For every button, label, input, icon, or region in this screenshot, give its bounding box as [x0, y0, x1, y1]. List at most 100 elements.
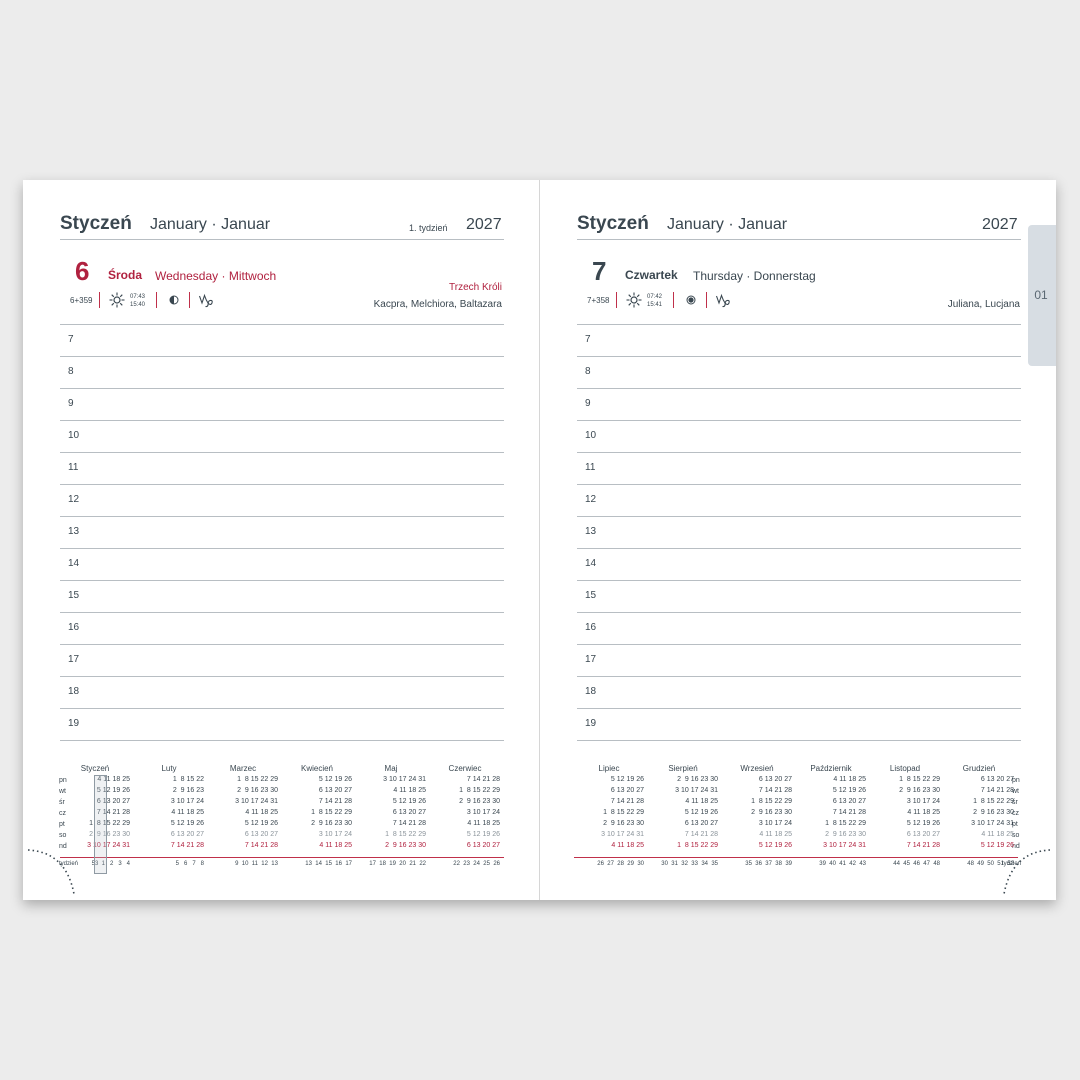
left-mini-week-row: 4 11 18 25: [319, 842, 352, 849]
left-hour-slot[interactable]: [90, 421, 504, 451]
right-mini-month-title: Listopad: [889, 764, 921, 773]
right-mini-week-row: 5 12 19 26: [825, 787, 866, 794]
left-hour-label: 15: [68, 590, 80, 601]
right-mini-week-row: 3 10 17 24 31: [971, 820, 1014, 827]
left-mini-week-row: 7 14 21 28: [392, 820, 426, 827]
left-mini-week-row: 3 10 17 24: [170, 798, 204, 805]
right-mini-week-numbers: 30 31 32 33 34 35: [661, 861, 718, 867]
right-mini-week-row: 1 8 15 22 29: [751, 798, 792, 805]
left-hour-label: 17: [68, 654, 80, 665]
right-mini-week-row: 4 11 18 25: [759, 831, 792, 838]
left-hour-slot[interactable]: [90, 613, 504, 643]
right-year: 2027: [982, 216, 1018, 233]
right-separator-3: [706, 292, 707, 308]
left-hour-slot[interactable]: [90, 709, 504, 739]
right-mini-week-row: 3 10 17 24 31: [601, 831, 644, 838]
right-mini-week-row: 7 14 21 28: [825, 809, 866, 816]
left-mini-week-row: 3 10 17 24 31: [235, 798, 278, 805]
left-hour-label: 16: [68, 622, 80, 633]
right-hour-slot[interactable]: [607, 453, 1021, 483]
right-mini-week-row: 7 14 21 28: [684, 831, 718, 838]
right-hour-slot[interactable]: [607, 581, 1021, 611]
right-mini-week-row: 6 13 20 27: [603, 787, 644, 794]
left-hour-slot[interactable]: [90, 357, 504, 387]
left-day-name: Środa: [108, 268, 143, 282]
right-mini-week-row: 4 11 18 25: [907, 809, 940, 816]
right-hour-slot[interactable]: [607, 645, 1021, 675]
right-hour-slot[interactable]: [607, 517, 1021, 547]
left-hour-slot[interactable]: [90, 581, 504, 611]
right-hour-label: 15: [585, 590, 597, 601]
right-hour-label: 12: [585, 494, 597, 505]
left-hour-label: 8: [68, 366, 74, 377]
sun-icon: [109, 292, 125, 308]
right-hour-slot[interactable]: [607, 613, 1021, 643]
right-mini-week-row: 5 12 19 26: [684, 809, 718, 816]
left-hour-slot[interactable]: [90, 389, 504, 419]
left-hour-label: 7: [68, 334, 74, 345]
right-mini-week-row: 5 12 19 26: [603, 776, 644, 783]
right-mini-week-row: 2 9 16 23 30: [973, 809, 1014, 816]
right-hour-label: 11: [585, 462, 596, 473]
left-mini-month-title: Czerwiec: [448, 764, 482, 773]
left-mini-month-title: Marzec: [229, 764, 257, 773]
right-sunset: 15:41: [647, 302, 663, 308]
left-mini-week-numbers: 9 10 11 12 13: [235, 861, 278, 867]
left-hour-label: 19: [68, 718, 80, 729]
right-hour-slot[interactable]: [607, 325, 1021, 355]
sun-icon: [626, 292, 642, 308]
left-year: 2027: [466, 216, 502, 233]
right-hour-label: 13: [585, 526, 597, 537]
right-mini-week-row: 7 14 21 28: [973, 787, 1014, 794]
left-hour-slot[interactable]: [90, 517, 504, 547]
left-mini-week-row: 6 13 20 27: [244, 831, 278, 838]
left-holiday: Trzech Króli: [449, 282, 502, 293]
left-day-name-en-de: Wednesday · Mittwoch: [155, 269, 277, 283]
right-hour-slot[interactable]: [607, 389, 1021, 419]
right-hour-slot[interactable]: [607, 549, 1021, 579]
left-mini-week-row: 6 13 20 27: [392, 809, 426, 816]
right-mini-calendar-rule: [574, 857, 1018, 858]
right-hour-slot[interactable]: [607, 421, 1021, 451]
left-mini-week-row: 1 8 15 22 29: [311, 809, 352, 816]
right-mini-month-title: Październik: [810, 764, 852, 773]
left-hour-slot[interactable]: [90, 325, 504, 355]
left-hour-label: 11: [68, 462, 79, 473]
left-separator-3: [189, 292, 190, 308]
right-mini-month-title: Wrzesień: [740, 764, 774, 773]
left-mini-week-row: 6 13 20 27: [311, 787, 352, 794]
right-day-number: 7: [592, 256, 607, 286]
left-hour-slot[interactable]: [90, 645, 504, 675]
left-hour-slot[interactable]: [90, 677, 504, 707]
left-mini-week-numbers: 22 23 24 25 26: [453, 861, 500, 867]
left-mini-week-row: 1 8 15 22: [172, 776, 204, 783]
month-tab-label[interactable]: 01: [1028, 288, 1054, 302]
right-hour-slot[interactable]: [607, 709, 1021, 739]
left-mini-week-row: 4 11 18 25: [467, 820, 500, 827]
left-mini-week-row: 6 13 20 27: [170, 831, 204, 838]
right-hour-label: 14: [585, 558, 597, 569]
left-hour-slot[interactable]: [90, 453, 504, 483]
left-hour-slot[interactable]: [90, 485, 504, 515]
right-mini-week-row: 2 9 16 23 30: [751, 809, 792, 816]
right-hour-label: 17: [585, 654, 597, 665]
capricorn-icon: [715, 293, 730, 308]
left-hour-slot[interactable]: [90, 549, 504, 579]
left-mini-week-row: 5 12 19 26: [244, 820, 278, 827]
right-hour-rule: [577, 740, 1021, 741]
right-hour-slot[interactable]: [607, 677, 1021, 707]
right-hour-label: 16: [585, 622, 597, 633]
left-hour-rule: [60, 740, 504, 741]
right-mini-month-title: Sierpień: [668, 764, 698, 773]
right-mini-week-numbers: 39 40 41 42 43: [819, 861, 866, 867]
right-hour-slot[interactable]: [607, 357, 1021, 387]
left-mini-week-row: 7 14 21 28: [311, 798, 352, 805]
right-month-title: Styczeń: [577, 213, 649, 234]
capricorn-icon: [198, 293, 213, 308]
left-mini-week-numbers: 13 14 15 16 17: [305, 861, 352, 867]
right-mini-week-row: 4 11 18 25: [685, 798, 718, 805]
right-hour-slot[interactable]: [607, 485, 1021, 515]
left-mini-week-row: 4 11 18 25: [171, 809, 204, 816]
right-mini-week-row: 1 8 15 22 29: [973, 798, 1014, 805]
left-mini-week-row: 3 10 17 24 31: [383, 776, 426, 783]
